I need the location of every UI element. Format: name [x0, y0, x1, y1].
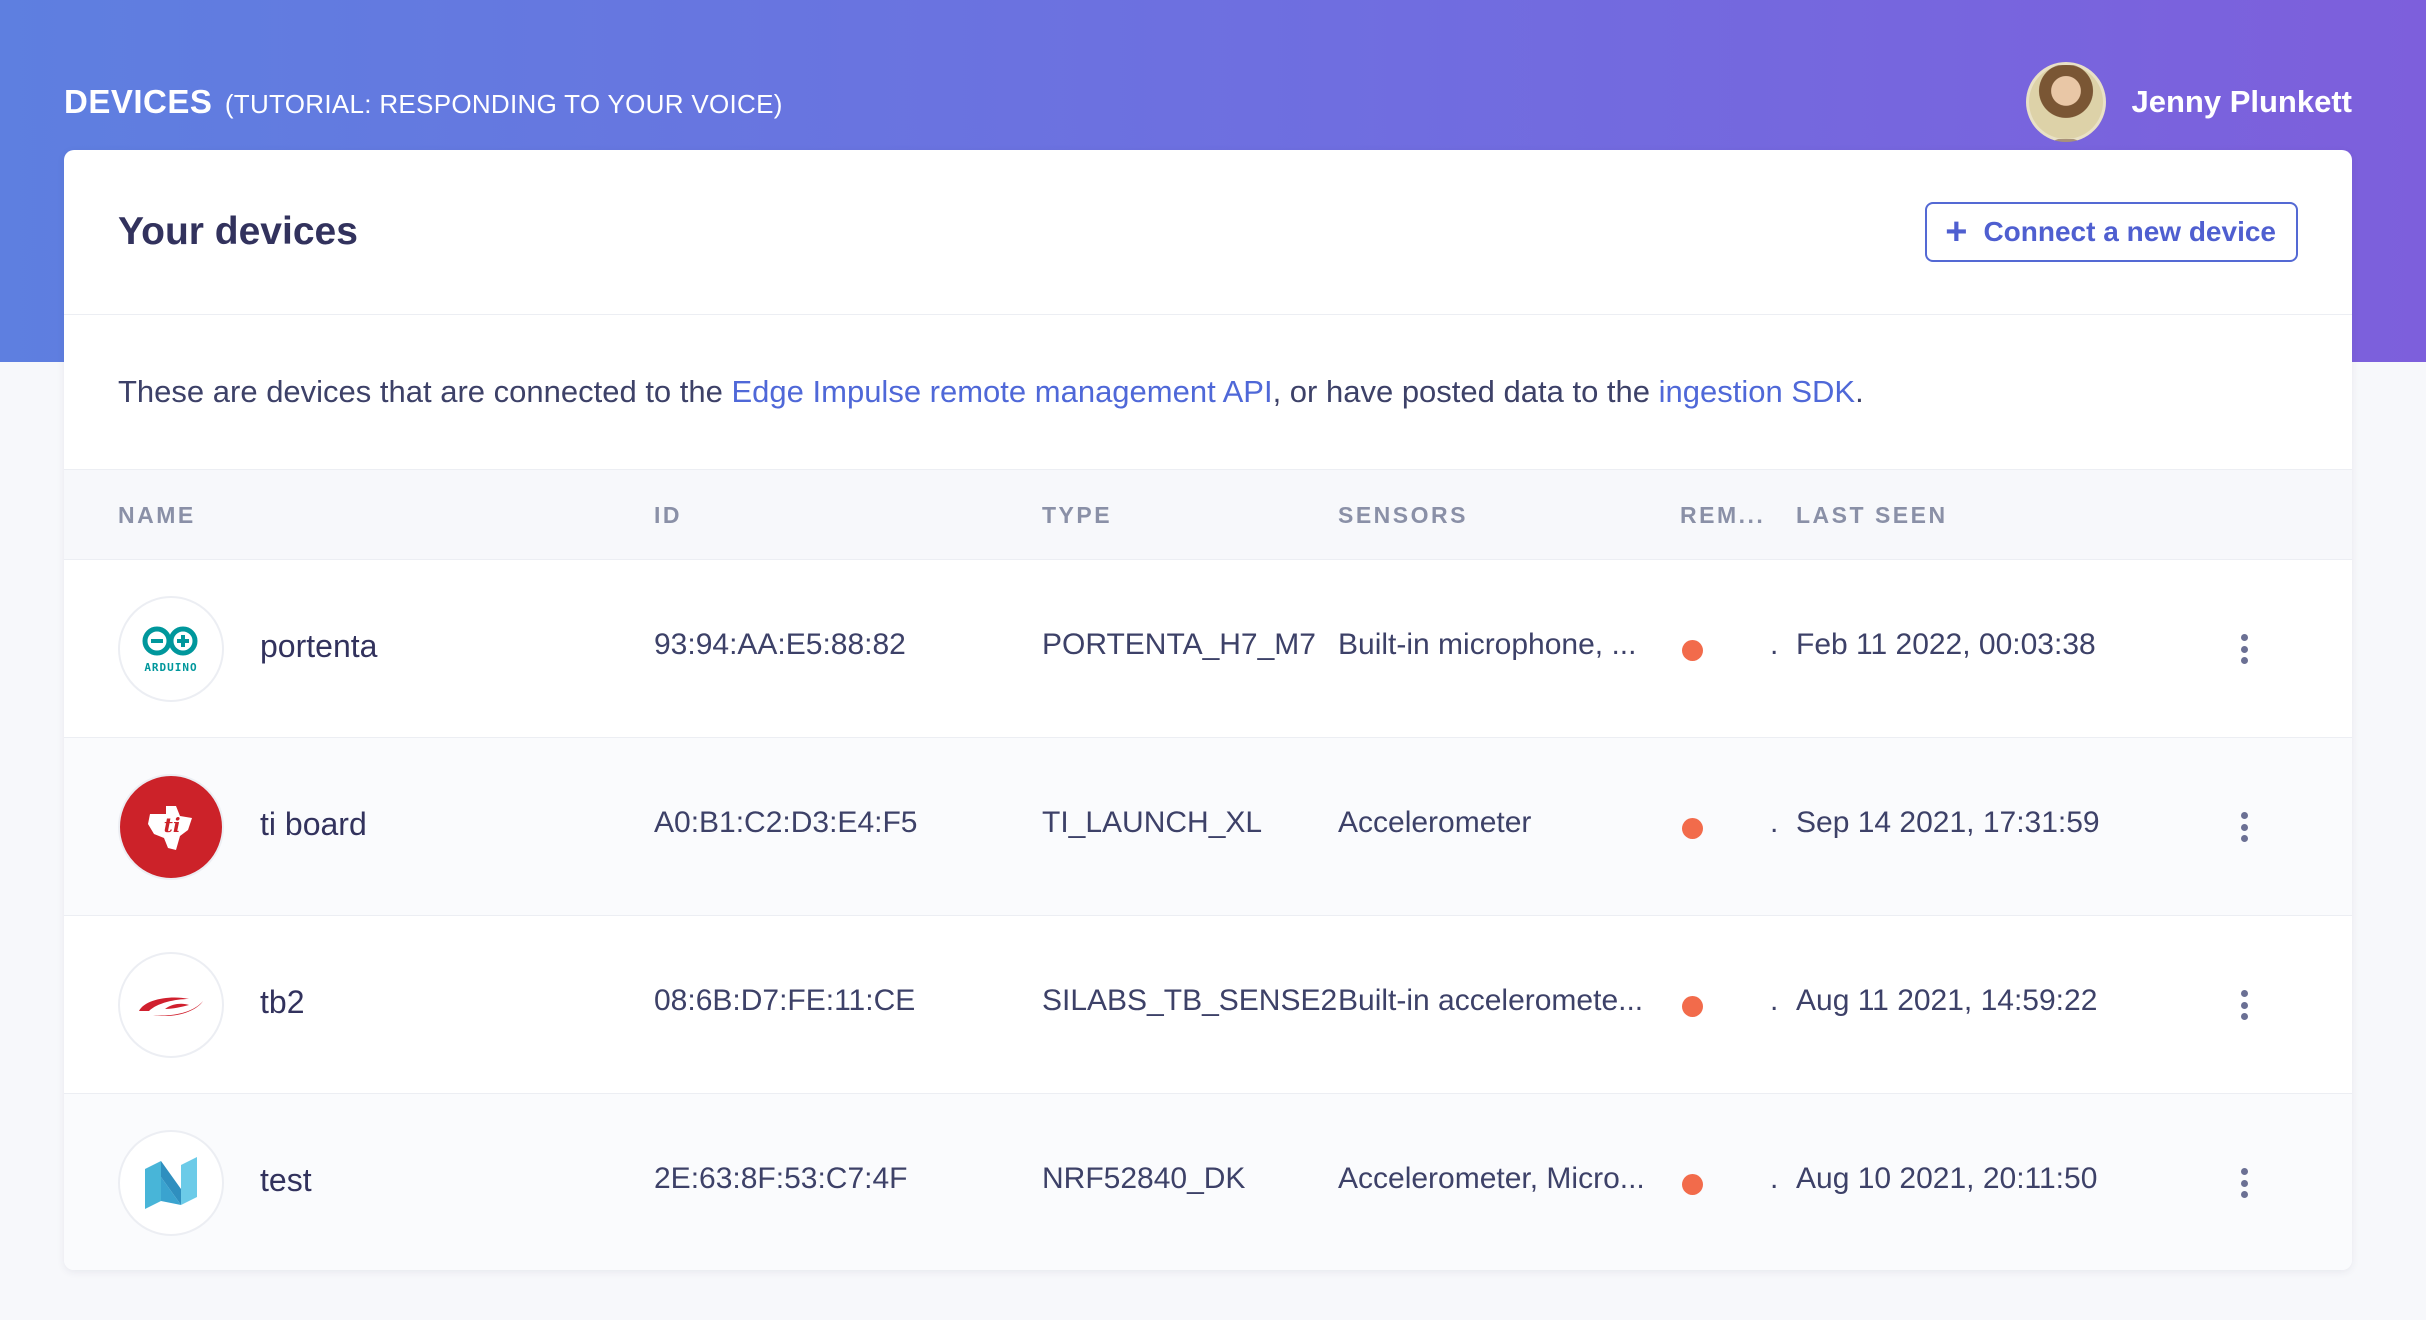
more-options-icon[interactable] [2240, 634, 2248, 664]
device-id: A0:B1:C2:D3:E4:F5 [654, 806, 918, 839]
arduino-logo-icon: ARDUINO [118, 596, 224, 702]
page-heading: DEVICES (TUTORIAL: RESPONDING TO YOUR VO… [64, 83, 783, 121]
device-id: 2E:63:8F:53:C7:4F [654, 1162, 908, 1195]
device-last-seen: Aug 11 2021, 14:59:22 [1796, 984, 2098, 1017]
top-bar: DEVICES (TUTORIAL: RESPONDING TO YOUR VO… [64, 54, 2352, 150]
devices-card: Your devices + Connect a new device Thes… [64, 150, 2352, 1270]
device-name[interactable]: tb2 [260, 984, 304, 1021]
column-header-remote[interactable]: REM... [1680, 502, 1765, 529]
silabs-logo-icon [118, 952, 224, 1058]
connect-device-label: Connect a new device [1983, 216, 2276, 247]
device-sensors: Accelerometer, Micro... [1338, 1162, 1645, 1195]
ti-logo-icon: ti [118, 774, 224, 880]
column-header-sensors[interactable]: SENSORS [1338, 502, 1468, 529]
separator: . [1770, 984, 1779, 1017]
table-header: NAME ID TYPE SENSORS REM... LAST SEEN [64, 470, 2352, 560]
device-type: SILABS_TB_SENSE2 [1042, 984, 1338, 1017]
svg-text:ARDUINO: ARDUINO [144, 661, 197, 674]
device-id: 93:94:AA:E5:88:82 [654, 628, 906, 661]
device-name[interactable]: portenta [260, 628, 377, 665]
device-last-seen: Sep 14 2021, 17:31:59 [1796, 806, 2100, 839]
nordic-logo-icon [118, 1130, 224, 1236]
page-subtitle: (TUTORIAL: RESPONDING TO YOUR VOICE) [224, 89, 783, 119]
svg-text:ti: ti [164, 813, 181, 837]
table-row[interactable]: test 2E:63:8F:53:C7:4F NRF52840_DK Accel… [64, 1094, 2352, 1270]
device-sensors: Accelerometer [1338, 806, 1532, 839]
remote-status-offline-icon [1682, 996, 1703, 1017]
device-name[interactable]: test [260, 1162, 312, 1199]
separator: . [1770, 628, 1779, 661]
remote-status-offline-icon [1682, 1174, 1703, 1195]
device-type: PORTENTA_H7_M7 [1042, 628, 1316, 661]
remote-management-api-link[interactable]: Edge Impulse remote management API [732, 374, 1273, 409]
more-options-icon[interactable] [2240, 812, 2248, 842]
separator: . [1770, 1162, 1779, 1195]
device-sensors: Built-in microphone, ... [1338, 628, 1637, 661]
avatar[interactable] [2025, 62, 2106, 142]
card-header: Your devices + Connect a new device [64, 150, 2352, 315]
table-row[interactable]: tb2 08:6B:D7:FE:11:CE SILABS_TB_SENSE2 B… [64, 916, 2352, 1094]
column-header-last-seen[interactable]: LAST SEEN [1796, 502, 1948, 529]
separator: . [1770, 806, 1779, 839]
device-type: NRF52840_DK [1042, 1162, 1246, 1195]
device-name[interactable]: ti board [260, 806, 367, 843]
user-menu[interactable]: Jenny Plunkett [2025, 62, 2353, 142]
device-list: ARDUINO portenta 93:94:AA:E5:88:82 PORTE… [64, 560, 2352, 1270]
remote-status-offline-icon [1682, 818, 1703, 839]
device-type: TI_LAUNCH_XL [1042, 806, 1263, 839]
card-description: These are devices that are connected to … [64, 315, 2352, 470]
more-options-icon[interactable] [2240, 1168, 2248, 1198]
remote-status-offline-icon [1682, 640, 1703, 661]
table-row[interactable]: ARDUINO portenta 93:94:AA:E5:88:82 PORTE… [64, 560, 2352, 738]
more-options-icon[interactable] [2240, 990, 2248, 1020]
description-text-3: . [1855, 374, 1864, 409]
device-last-seen: Feb 11 2022, 00:03:38 [1796, 628, 2096, 661]
description-text-2: , or have posted data to the [1272, 374, 1659, 409]
plus-icon: + [1945, 211, 1968, 253]
column-header-id[interactable]: ID [654, 502, 682, 529]
column-header-type[interactable]: TYPE [1042, 502, 1112, 529]
connect-device-button[interactable]: + Connect a new device [1925, 202, 2298, 262]
user-name[interactable]: Jenny Plunkett [2132, 84, 2353, 120]
page-title: DEVICES [64, 83, 213, 120]
card-title: Your devices [118, 210, 358, 253]
device-sensors: Built-in acceleromete... [1338, 984, 1644, 1017]
device-id: 08:6B:D7:FE:11:CE [654, 984, 916, 1017]
table-row[interactable]: ti ti board A0:B1:C2:D3:E4:F5 TI_LAUNCH_… [64, 738, 2352, 916]
column-header-name[interactable]: NAME [118, 502, 196, 529]
ingestion-sdk-link[interactable]: ingestion SDK [1659, 374, 1855, 409]
description-text-1: These are devices that are connected to … [118, 374, 732, 409]
device-last-seen: Aug 10 2021, 20:11:50 [1796, 1162, 2098, 1195]
